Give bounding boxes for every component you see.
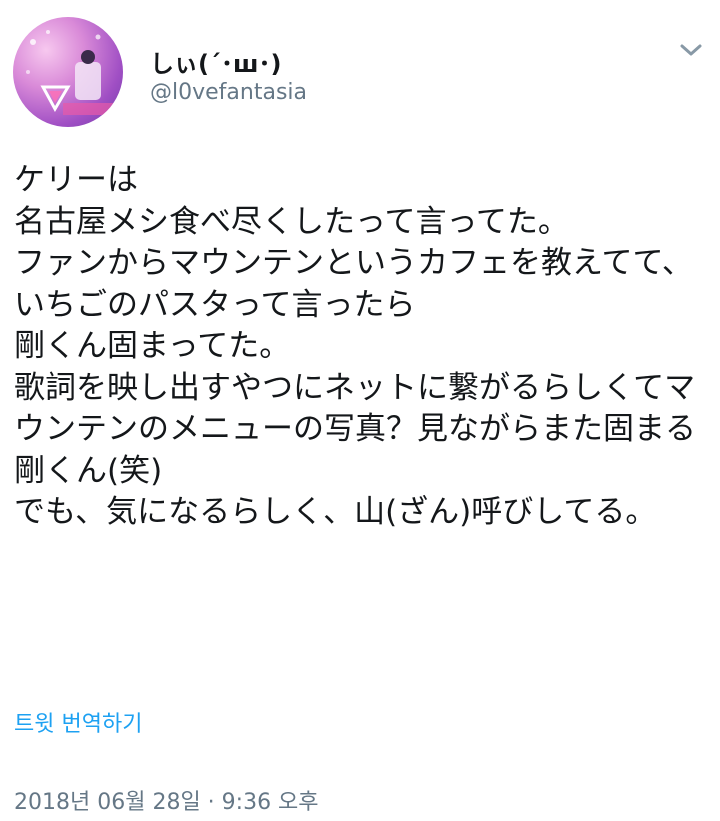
translate-tweet-link[interactable]: 트윗 번역하기 [14,706,142,738]
display-name[interactable]: しぃ(´･ш･) [150,44,281,79]
chevron-down-icon[interactable] [676,40,706,60]
tweet-timestamp[interactable]: 2018년 06월 28일 · 9:36 오후 [14,784,319,816]
avatar[interactable] [13,17,123,127]
avatar-image [26,30,113,115]
user-handle[interactable]: @l0vefantasia [150,80,307,105]
tweet-text: ケリーは 名古屋メシ食べ尽くしたって言ってた。 ファンからマウンテンというカフェ… [14,162,696,530]
tweet-detail: しぃ(´･ш･) @l0vefantasia ケリーは 名古屋メシ食べ尽くしたっ… [0,0,720,821]
